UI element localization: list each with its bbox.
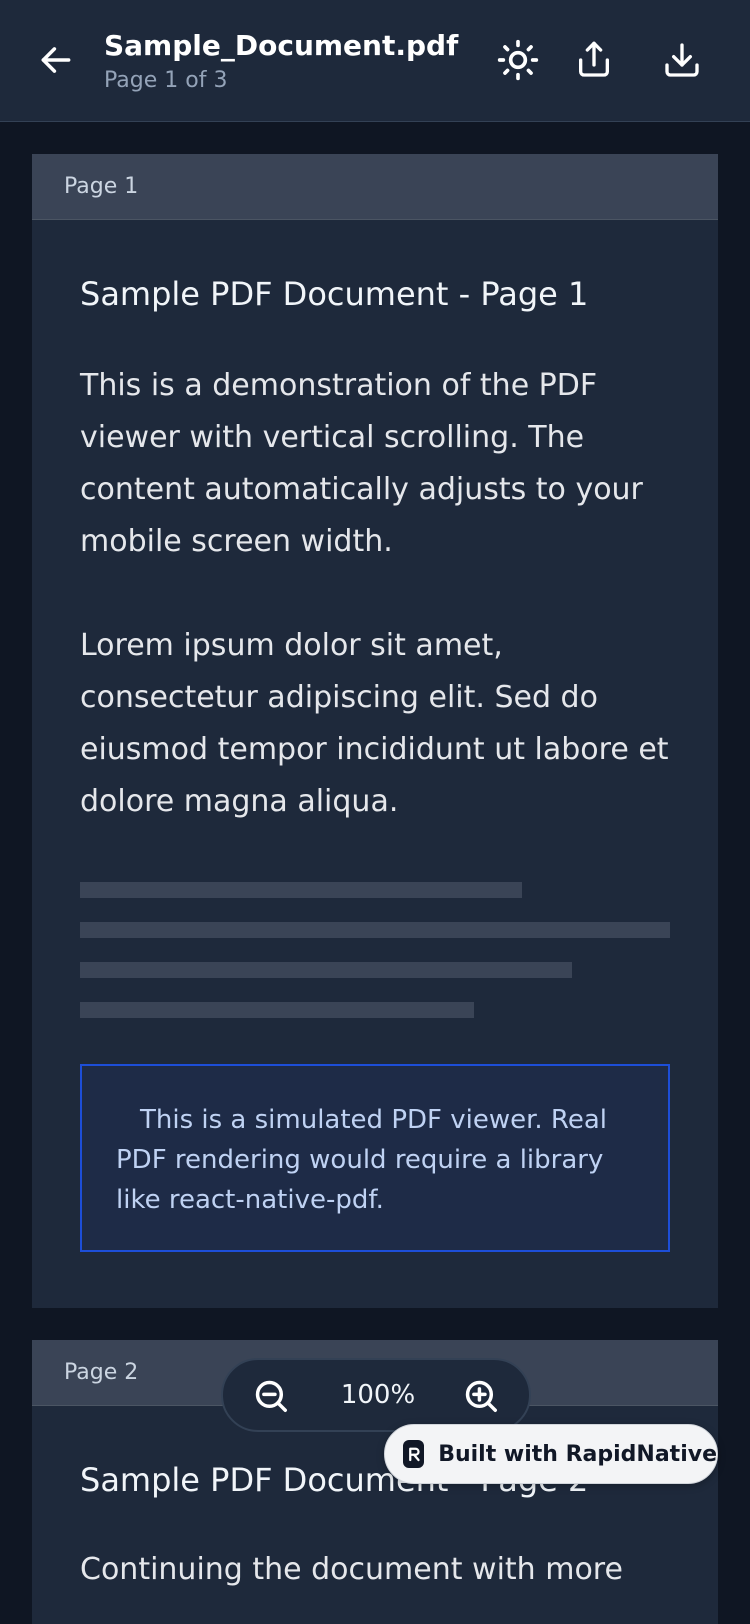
title-block: Sample_Document.pdf Page 1 of 3 <box>104 28 464 96</box>
built-with-badge[interactable]: Built with RapidNative <box>384 1424 718 1484</box>
badge-label: Built with RapidNative <box>438 1441 717 1467</box>
page-content: Sample PDF Document - Page 1 This is a d… <box>32 274 718 1252</box>
placeholder-lines <box>80 882 670 1018</box>
info-notice: This is a simulated PDF viewer. Real PDF… <box>80 1064 670 1252</box>
page-indicator: Page 1 of 3 <box>104 68 228 93</box>
sun-icon <box>497 39 539 81</box>
share-icon <box>579 41 609 77</box>
zoom-control: 100% <box>221 1358 531 1432</box>
pdf-viewer-screen: Sample_Document.pdf Page 1 of 3 Page 1 S… <box>0 0 750 1624</box>
rapidnative-logo-icon <box>403 1440 425 1468</box>
page-label: Page 1 <box>32 154 718 220</box>
arrow-left-icon <box>41 47 71 73</box>
top-bar: Sample_Document.pdf Page 1 of 3 <box>0 0 750 122</box>
pdf-page-1: Page 1 Sample PDF Document - Page 1 This… <box>32 154 718 1308</box>
placeholder-line <box>80 962 572 978</box>
document-title: Sample_Document.pdf <box>104 29 459 62</box>
paragraph: Lorem ipsum dolor sit amet, consectetur … <box>80 628 669 819</box>
paragraph: This is a demonstration of the PDF viewe… <box>80 368 643 559</box>
paragraph: Continuing the document with more <box>80 1552 623 1587</box>
zoom-out-icon <box>255 1380 287 1412</box>
share-button[interactable] <box>570 36 618 84</box>
download-button[interactable] <box>658 36 706 84</box>
placeholder-line <box>80 882 522 898</box>
page-heading: Sample PDF Document - Page 1 <box>80 275 589 313</box>
placeholder-line <box>80 1002 474 1018</box>
theme-toggle-button[interactable] <box>494 36 542 84</box>
zoom-in-icon <box>465 1380 497 1412</box>
download-icon <box>665 43 699 77</box>
placeholder-line <box>80 922 670 938</box>
zoom-level: 100% <box>340 1380 416 1410</box>
back-button[interactable] <box>32 36 80 84</box>
zoom-out-button[interactable] <box>251 1376 291 1416</box>
zoom-in-button[interactable] <box>461 1376 501 1416</box>
